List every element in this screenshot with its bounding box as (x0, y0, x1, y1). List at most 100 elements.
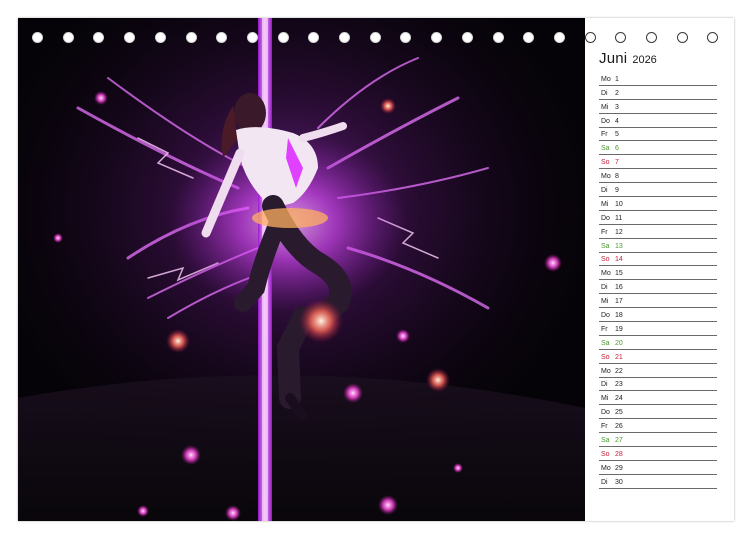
day-row: Mo 15 (599, 266, 717, 281)
day-number: 24 (615, 395, 623, 403)
weekday-label: Sa (601, 242, 610, 250)
day-row: Fr 26 (599, 419, 717, 434)
day-number: 12 (615, 228, 623, 236)
day-number: 20 (615, 339, 623, 347)
day-number: 27 (615, 437, 623, 445)
weekday-label: Sa (601, 145, 610, 153)
day-number: 30 (615, 478, 623, 486)
day-number: 15 (615, 270, 623, 278)
day-row: Do 18 (599, 308, 717, 323)
day-number: 7 (615, 159, 619, 167)
weekday-label: Mi (601, 395, 609, 403)
day-number: 11 (615, 214, 623, 222)
day-row: Mo 22 (599, 364, 717, 378)
day-row: Di 2 (599, 86, 717, 100)
binding-ring (431, 32, 443, 43)
dancer-artwork (18, 18, 585, 521)
month-name: Juni (599, 50, 628, 67)
day-row: Fr 19 (599, 322, 717, 336)
day-row: Fr 5 (599, 128, 717, 142)
weekday-label: Di (601, 381, 608, 389)
day-number: 3 (615, 103, 619, 111)
day-row: Mo 8 (599, 169, 717, 184)
day-number: 10 (615, 200, 623, 208)
day-row: Di 16 (599, 280, 717, 295)
day-number: 8 (615, 173, 619, 181)
weekday-label: Sa (601, 339, 610, 347)
weekday-label: Do (601, 117, 610, 125)
binding-ring (615, 32, 627, 43)
day-number: 1 (615, 75, 619, 83)
weekday-label: Di (601, 478, 608, 486)
day-row: Mi 24 (599, 391, 717, 406)
binding-ring (124, 32, 136, 43)
binding-ring (676, 32, 688, 43)
day-row: Sa 20 (599, 336, 717, 350)
day-list: Mo 1 Di 2 Mi 3 Do 4 Fr 5 Sa 6 So 7 Mo 8 Di 9 Mi 10 Do 11 Fr 12 S… (599, 72, 717, 489)
binding-ring (707, 32, 719, 43)
day-number: 19 (615, 325, 623, 333)
day-number: 14 (615, 256, 623, 264)
month-header: Juni 2026 (599, 50, 717, 72)
day-number: 17 (615, 298, 623, 306)
weekday-label: Mi (601, 103, 609, 111)
weekday-label: Fr (601, 423, 608, 431)
weekday-label: Di (601, 284, 608, 292)
weekday-label: So (601, 256, 610, 264)
weekday-label: Di (601, 187, 608, 195)
weekday-label: Mi (601, 200, 609, 208)
day-number: 4 (615, 117, 619, 125)
weekday-label: Do (601, 214, 610, 222)
binding-ring (246, 32, 258, 43)
day-row: Di 23 (599, 378, 717, 392)
day-row: Di 30 (599, 475, 717, 489)
weekday-label: Do (601, 312, 610, 320)
binding-ring (461, 32, 473, 43)
binding-ring (185, 32, 197, 43)
binding-ring (62, 32, 74, 43)
date-column: Juni 2026 Mo 1 Di 2 Mi 3 Do 4 Fr 5 Sa 6 So 7 Mo 8 Di 9 Mi 1… (599, 50, 717, 489)
day-number: 21 (615, 353, 623, 361)
day-row: Sa 13 (599, 239, 717, 253)
day-row: Mo 29 (599, 461, 717, 475)
binding-ring (32, 32, 43, 43)
weekday-label: Do (601, 409, 610, 417)
day-number: 13 (615, 242, 623, 250)
binding-rings (18, 32, 734, 48)
binding-ring (154, 32, 166, 43)
day-number: 25 (615, 409, 623, 417)
day-number: 29 (615, 464, 623, 472)
day-number: 6 (615, 145, 619, 153)
day-row: Fr 12 (599, 225, 717, 239)
binding-ring (646, 32, 657, 43)
weekday-label: Sa (601, 437, 610, 445)
day-row: So 28 (599, 447, 717, 461)
weekday-label: Mo (601, 270, 611, 278)
binding-ring (584, 32, 596, 43)
weekday-label: Mo (601, 464, 611, 472)
binding-ring (93, 32, 105, 43)
day-row: So 14 (599, 253, 717, 267)
weekday-label: Fr (601, 131, 608, 139)
day-row: Mi 3 (599, 100, 717, 114)
day-number: 26 (615, 423, 623, 431)
weekday-label: Fr (601, 325, 608, 333)
binding-ring (216, 32, 228, 43)
day-row: Do 25 (599, 405, 717, 420)
weekday-label: Di (601, 89, 608, 97)
binding-ring (400, 32, 412, 43)
weekday-label: Mo (601, 75, 611, 83)
day-number: 9 (615, 187, 619, 195)
weekday-label: So (601, 450, 610, 458)
day-row: Mi 10 (599, 197, 717, 211)
day-number: 28 (615, 450, 623, 458)
day-row: So 7 (599, 155, 717, 170)
day-number: 18 (615, 312, 623, 320)
day-row: Mi 17 (599, 294, 717, 309)
day-row: So 21 (599, 350, 717, 364)
binding-ring (308, 32, 320, 43)
day-number: 23 (615, 381, 623, 389)
day-row: Do 4 (599, 114, 717, 128)
day-row: Di 9 (599, 183, 717, 198)
weekday-label: So (601, 353, 610, 361)
